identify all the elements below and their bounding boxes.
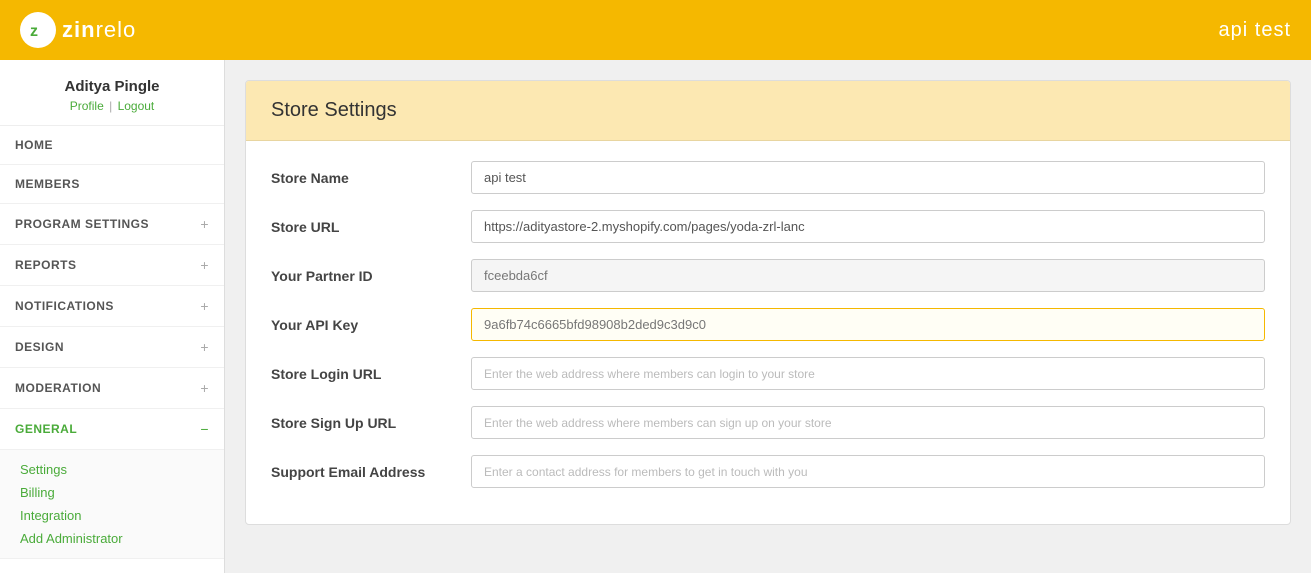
store-login-url-input[interactable]	[471, 357, 1265, 390]
sidebar-item-members-label: MEMBERS	[15, 177, 80, 191]
card-header: Store Settings	[246, 81, 1290, 141]
store-signup-url-label: Store Sign Up URL	[271, 415, 471, 431]
logo-text: zinrelo	[62, 17, 136, 43]
sidebar-item-notifications[interactable]: NOTIFICATIONS +	[0, 286, 224, 327]
logout-link[interactable]: Logout	[118, 99, 155, 113]
sidebar-item-reports[interactable]: REPORTS +	[0, 245, 224, 286]
store-name-input[interactable]	[471, 161, 1265, 194]
sidebar-item-general[interactable]: GENERAL −	[0, 409, 224, 450]
support-email-label: Support Email Address	[271, 464, 471, 480]
profile-link[interactable]: Profile	[70, 99, 104, 113]
sidebar-item-members[interactable]: MEMBERS	[0, 165, 224, 204]
partner-id-label: Your Partner ID	[271, 268, 471, 284]
store-url-label: Store URL	[271, 219, 471, 235]
store-login-url-label: Store Login URL	[271, 366, 471, 382]
sidebar-item-home-label: HOME	[15, 138, 53, 152]
sidebar-item-design[interactable]: DESIGN +	[0, 327, 224, 368]
store-name-label: Store Name	[271, 170, 471, 186]
user-section: Aditya Pingle Profile | Logout	[0, 60, 224, 126]
sidebar-item-home[interactable]: HOME	[0, 126, 224, 165]
logo-icon: z	[20, 12, 56, 48]
sidebar-item-program-settings[interactable]: PROGRAM SETTINGS +	[0, 204, 224, 245]
sub-nav-billing[interactable]: Billing	[20, 481, 224, 504]
link-separator: |	[109, 99, 112, 113]
support-email-input[interactable]	[471, 455, 1265, 488]
api-key-row: Your API Key	[271, 308, 1265, 341]
sidebar: Aditya Pingle Profile | Logout HOME MEMB…	[0, 60, 225, 573]
sub-nav-integration[interactable]: Integration	[20, 504, 224, 527]
support-email-row: Support Email Address	[271, 455, 1265, 488]
sub-nav-settings[interactable]: Settings	[20, 458, 224, 481]
plus-icon-reports: +	[200, 257, 209, 273]
sidebar-item-design-label: DESIGN	[15, 340, 64, 354]
main-content: Store Settings Store Name Store URL Your…	[225, 60, 1311, 573]
general-sub-nav: Settings Billing Integration Add Adminis…	[0, 450, 224, 559]
plus-icon-moderation: +	[200, 380, 209, 396]
sidebar-item-moderation-label: MODERATION	[15, 381, 101, 395]
plus-icon-design: +	[200, 339, 209, 355]
layout: Aditya Pingle Profile | Logout HOME MEMB…	[0, 60, 1311, 573]
settings-card: Store Settings Store Name Store URL Your…	[245, 80, 1291, 525]
user-links: Profile | Logout	[15, 99, 209, 113]
store-login-url-row: Store Login URL	[271, 357, 1265, 390]
partner-id-input	[471, 259, 1265, 292]
logo: z zinrelo	[20, 12, 136, 48]
sidebar-item-moderation[interactable]: MODERATION +	[0, 368, 224, 409]
card-title: Store Settings	[271, 99, 1265, 122]
store-name-row: Store Name	[271, 161, 1265, 194]
svg-text:z: z	[30, 23, 38, 40]
api-key-input	[471, 308, 1265, 341]
header-app-name: api test	[1219, 19, 1291, 42]
minus-icon-general: −	[200, 421, 209, 437]
store-signup-url-row: Store Sign Up URL	[271, 406, 1265, 439]
sidebar-item-notifications-label: NOTIFICATIONS	[15, 299, 114, 313]
plus-icon: +	[200, 216, 209, 232]
store-url-input[interactable]	[471, 210, 1265, 243]
card-body: Store Name Store URL Your Partner ID You…	[246, 141, 1290, 524]
partner-id-row: Your Partner ID	[271, 259, 1265, 292]
store-url-row: Store URL	[271, 210, 1265, 243]
sidebar-item-general-label: GENERAL	[15, 422, 77, 436]
header: z zinrelo api test	[0, 0, 1311, 60]
sub-nav-add-admin[interactable]: Add Administrator	[20, 527, 224, 550]
sidebar-item-program-settings-label: PROGRAM SETTINGS	[15, 217, 149, 231]
user-name: Aditya Pingle	[15, 78, 209, 95]
sidebar-item-reports-label: REPORTS	[15, 258, 77, 272]
store-signup-url-input[interactable]	[471, 406, 1265, 439]
plus-icon-notifications: +	[200, 298, 209, 314]
api-key-label: Your API Key	[271, 317, 471, 333]
